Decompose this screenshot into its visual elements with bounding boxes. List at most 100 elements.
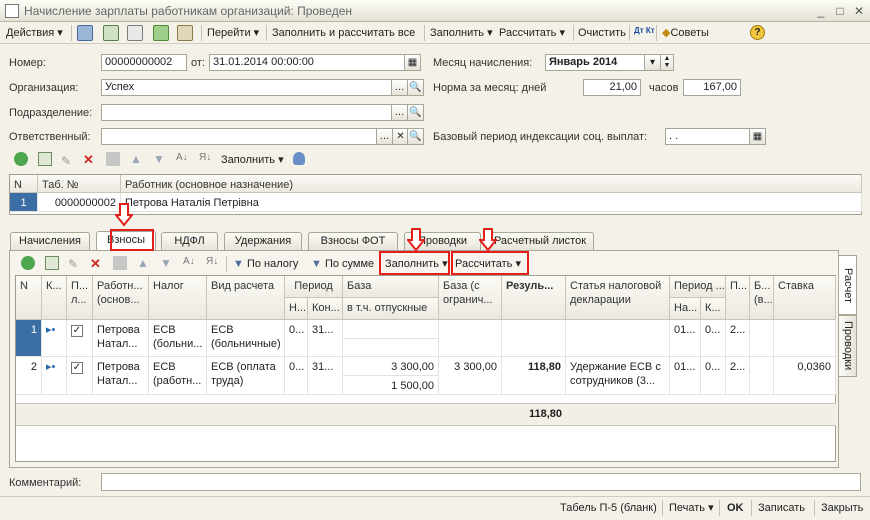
sort-asc-icon[interactable]: A↓ xyxy=(183,256,195,267)
save-button[interactable]: Записать xyxy=(758,501,805,515)
norm-hours-field[interactable]: 167,00 xyxy=(683,79,741,96)
select-dots-icon[interactable]: … xyxy=(376,128,393,145)
sort-desc-icon[interactable]: Я↓ xyxy=(206,256,218,267)
row-article[interactable] xyxy=(566,320,670,357)
close-icon[interactable]: ✕ xyxy=(851,3,867,19)
row-result[interactable]: 118,80 xyxy=(502,357,566,395)
org-field[interactable]: Успех xyxy=(101,79,392,96)
by-sum-button[interactable]: ▼ По сумме xyxy=(311,257,374,271)
row-tax[interactable]: ЕСВ (больни... xyxy=(149,320,207,357)
tab-deductions[interactable]: Удержания xyxy=(224,232,302,250)
row-p2[interactable]: 2... xyxy=(726,357,750,395)
copy-row-icon[interactable] xyxy=(38,152,52,166)
date-field[interactable]: 31.01.2014 00:00:00 xyxy=(209,54,405,71)
post-icon[interactable] xyxy=(77,25,93,41)
tips-button[interactable]: ◆Советы xyxy=(662,26,709,40)
row-period-end[interactable]: 31... xyxy=(308,357,343,395)
table-row-n[interactable]: 1 xyxy=(16,320,42,357)
search-icon[interactable]: 🔍 xyxy=(407,128,424,145)
row-rate[interactable]: 0,0360 xyxy=(774,357,836,395)
row-worker[interactable]: Петрова Натал... xyxy=(93,320,149,357)
actions-menu[interactable]: Действия ▾ xyxy=(6,26,63,40)
row-worker[interactable]: Петрова Натал... xyxy=(93,357,149,395)
add-icon[interactable] xyxy=(14,152,28,166)
month-spin-icon[interactable]: ▲ ▼ xyxy=(660,54,674,71)
month-field[interactable]: Январь 2014 xyxy=(545,54,645,71)
row-base-limited[interactable]: 3 300,00 xyxy=(439,357,502,395)
table-row-cell-n[interactable]: 1 xyxy=(10,193,38,212)
sort-desc-icon[interactable]: Я↓ xyxy=(199,152,211,163)
copy-icon[interactable] xyxy=(127,25,143,41)
row-base[interactable] xyxy=(343,320,439,339)
help-icon[interactable]: ? xyxy=(750,25,765,40)
move-up-icon[interactable]: ▲ xyxy=(137,256,149,270)
row-period-start[interactable]: 0... xyxy=(285,320,308,357)
save-post-icon[interactable] xyxy=(103,25,119,41)
copy-row-icon[interactable] xyxy=(45,256,59,270)
row-result[interactable] xyxy=(502,320,566,357)
tab-accruals[interactable]: Начисления xyxy=(10,232,90,250)
row-calc-type[interactable]: ЕСВ (больничные) xyxy=(207,320,285,357)
row-base-vacation[interactable]: 1 500,00 xyxy=(343,376,439,395)
emp-fill-menu[interactable]: Заполнить ▾ xyxy=(221,153,284,167)
refresh-icon[interactable] xyxy=(153,25,169,41)
select-dots-icon[interactable]: … xyxy=(391,104,408,121)
row-b[interactable] xyxy=(750,357,774,395)
move-up-icon[interactable]: ▲ xyxy=(130,152,142,166)
comment-field[interactable] xyxy=(101,473,861,491)
minimize-icon[interactable]: _ xyxy=(813,3,829,19)
maximize-icon[interactable]: □ xyxy=(832,3,848,19)
sort-asc-icon[interactable]: A↓ xyxy=(176,152,188,163)
row-period-start[interactable]: 0... xyxy=(285,357,308,395)
norm-days-field[interactable]: 21,00 xyxy=(583,79,641,96)
row-tax[interactable]: ЕСВ (работн... xyxy=(149,357,207,395)
clear-button[interactable]: Очистить xyxy=(578,26,626,40)
base-period-field[interactable]: . . xyxy=(665,128,750,145)
table-row-cell-tab[interactable]: 0000000002 xyxy=(38,193,121,212)
tab-ndfl[interactable]: НДФЛ xyxy=(161,232,218,250)
row-base[interactable]: 3 300,00 xyxy=(343,357,439,376)
row-period2-start[interactable]: 01... xyxy=(670,357,701,395)
resp-field[interactable] xyxy=(101,128,377,145)
row-period2-start[interactable]: 01... xyxy=(670,320,701,357)
delete-icon[interactable]: ✕ xyxy=(90,256,101,272)
row-period-end[interactable]: 31... xyxy=(308,320,343,357)
row-base-vacation[interactable] xyxy=(343,339,439,357)
select-dots-icon[interactable]: … xyxy=(391,79,408,96)
close-button[interactable]: Закрыть xyxy=(821,501,863,515)
table-row-n[interactable]: 2 xyxy=(16,357,42,395)
search-icon[interactable]: 🔍 xyxy=(407,104,424,121)
edit-icon[interactable]: ✎ xyxy=(68,257,78,271)
t5-blank-button[interactable]: Табель П-5 (бланк) xyxy=(560,501,657,515)
move-down-icon[interactable]: ▼ xyxy=(160,256,172,270)
row-base-limited[interactable] xyxy=(439,320,502,357)
row-period2-end[interactable]: 0... xyxy=(701,357,726,395)
add-icon[interactable] xyxy=(21,256,35,270)
fill-and-calc-button[interactable]: Заполнить и рассчитать все xyxy=(272,26,415,40)
goto-menu[interactable]: Перейти ▾ xyxy=(207,26,259,40)
row-rate[interactable] xyxy=(774,320,836,357)
print-menu[interactable]: Печать ▾ xyxy=(669,501,714,515)
move-down-icon[interactable]: ▼ xyxy=(153,152,165,166)
number-field[interactable]: 00000000002 xyxy=(101,54,187,71)
fill-menu[interactable]: Заполнить ▾ xyxy=(430,26,493,40)
row-checkbox[interactable]: ✓ xyxy=(67,320,93,357)
delete-icon[interactable]: ✕ xyxy=(83,152,94,168)
dept-field[interactable] xyxy=(101,104,392,121)
dt-kt-button[interactable]: Дт Кт xyxy=(634,27,655,41)
row-period2-end[interactable]: 0... xyxy=(701,320,726,357)
calc-menu[interactable]: Рассчитать ▾ xyxy=(499,26,565,40)
edit-icon[interactable]: ✎ xyxy=(61,154,71,168)
row-article[interactable]: Удержание ЕСВ с сотрудников (3... xyxy=(566,357,670,395)
by-tax-button[interactable]: ▼ По налогу xyxy=(233,257,298,271)
row-p2[interactable]: 2... xyxy=(726,320,750,357)
chevron-down-icon[interactable]: ▾ xyxy=(644,54,661,71)
row-calc-type[interactable]: ЕСВ (оплата труда) xyxy=(207,357,285,395)
side-tab-calc[interactable]: Расчет xyxy=(839,255,857,315)
row-checkbox[interactable]: ✓ xyxy=(67,357,93,395)
search-icon[interactable]: 🔍 xyxy=(407,79,424,96)
tab-payslip[interactable]: Расчетный листок xyxy=(486,232,594,250)
calendar-icon[interactable]: ▦ xyxy=(749,128,766,145)
row-b[interactable] xyxy=(750,320,774,357)
tab-fot-contributions[interactable]: Взносы ФОТ xyxy=(308,232,398,250)
